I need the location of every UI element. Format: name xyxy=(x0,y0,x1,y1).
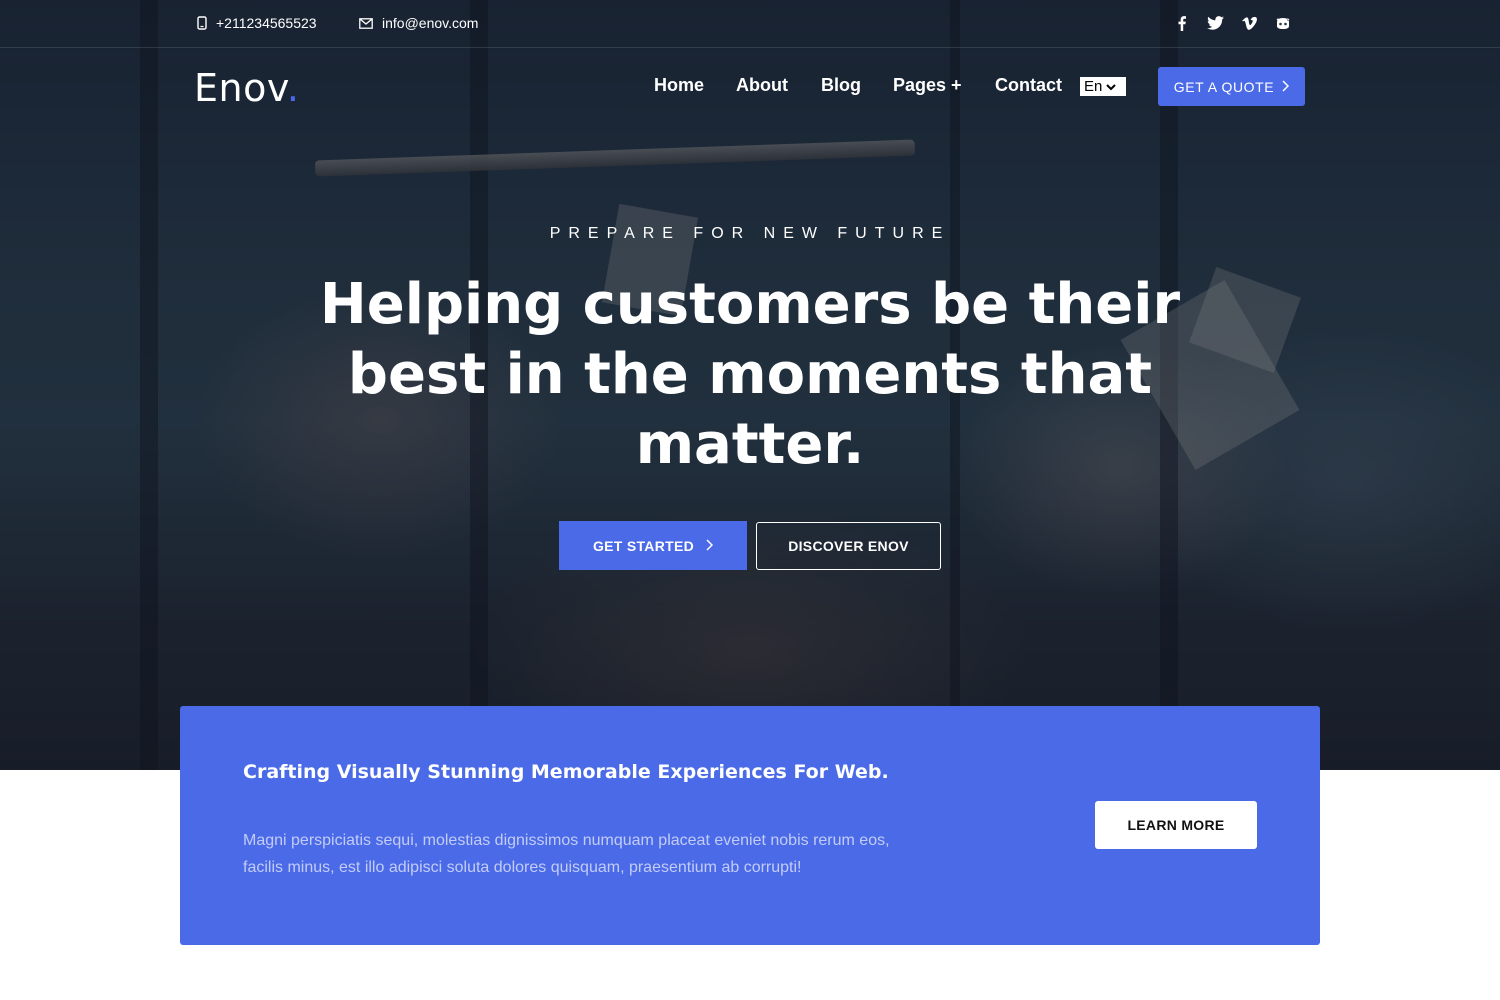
learn-more-label: LEARN MORE xyxy=(1127,817,1225,833)
discover-enov-button[interactable]: DISCOVER ENOV xyxy=(756,522,941,570)
chevron-down-icon xyxy=(1106,78,1117,95)
language-select[interactable]: En xyxy=(1080,77,1126,96)
nav-blog[interactable]: Blog xyxy=(821,75,861,96)
language-value: En xyxy=(1084,78,1103,95)
facebook-icon[interactable] xyxy=(1172,14,1192,32)
get-started-label: GET STARTED xyxy=(592,537,695,554)
chevron-right-icon xyxy=(1282,79,1290,95)
twitter-icon[interactable] xyxy=(1205,14,1225,32)
github-icon[interactable] xyxy=(1273,14,1293,32)
mail-icon xyxy=(359,17,373,29)
nav-contact[interactable]: Contact xyxy=(995,75,1062,96)
logo-text: Enov xyxy=(194,66,287,110)
learn-more-button[interactable]: LEARN MORE xyxy=(1095,801,1257,849)
discover-label: DISCOVER ENOV xyxy=(788,538,909,554)
chevron-right-icon xyxy=(706,538,714,554)
email-contact[interactable]: info@enov.com xyxy=(359,15,478,31)
logo-dot: . xyxy=(286,66,300,110)
promo-banner: Crafting Visually Stunning Memorable Exp… xyxy=(180,706,1320,945)
phone-icon xyxy=(197,16,207,30)
top-bar: +211234565523 info@enov.com xyxy=(0,0,1500,48)
email-address: info@enov.com xyxy=(382,15,479,31)
hero-eyebrow: PREPARE FOR NEW FUTURE xyxy=(549,225,951,242)
get-a-quote-button[interactable]: GET A QUOTE xyxy=(1158,67,1305,106)
phone-contact[interactable]: +211234565523 xyxy=(197,15,317,31)
phone-number: +211234565523 xyxy=(216,15,317,31)
promo-title: Crafting Visually Stunning Memorable Exp… xyxy=(243,761,889,783)
nav-about[interactable]: About xyxy=(736,75,788,96)
nav-pages[interactable]: Pages + xyxy=(893,75,962,96)
get-started-button[interactable]: GET STARTED xyxy=(559,521,747,570)
brand-logo[interactable]: Enov. xyxy=(194,66,299,110)
quote-button-label: GET A QUOTE xyxy=(1173,78,1275,95)
nav-home[interactable]: Home xyxy=(654,75,704,96)
hero-headline: Helping customers be their best in the m… xyxy=(319,272,1181,477)
vimeo-icon[interactable] xyxy=(1239,14,1259,32)
promo-text: Magni perspiciatis sequi, molestias dign… xyxy=(243,832,890,876)
